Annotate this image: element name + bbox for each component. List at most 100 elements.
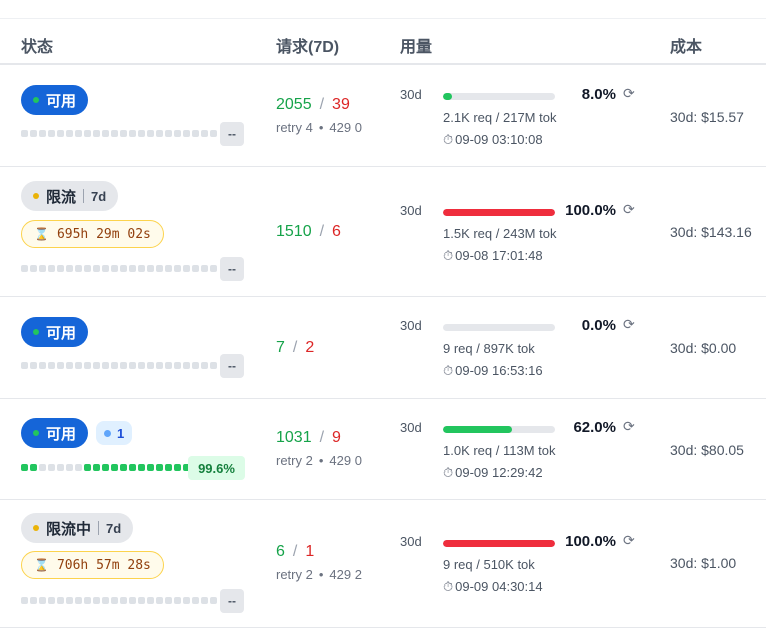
health-dot [147, 362, 154, 369]
refresh-icon[interactable]: ⟳ [623, 418, 635, 435]
fail-count: 39 [332, 96, 350, 113]
table-header: 状态 请求(7D) 用量 成本 [0, 19, 766, 65]
clock-icon: ⏱ [443, 363, 454, 378]
table-row[interactable]: 可用 -- 7/2 30d 0.0% ⟳ 9 req / 897K tok ⏱ 0… [0, 297, 766, 399]
requests-cell: 6/1 retry 2 • 429 2 [276, 543, 362, 582]
account-count-badge: 1 [96, 421, 133, 445]
usage-bar-fill [443, 540, 555, 547]
health-dot [39, 597, 46, 604]
usage-req-tok: 1.5K req / 243M tok [443, 226, 557, 241]
usage-period: 30d [400, 318, 422, 333]
health-dot [138, 464, 145, 471]
table-row[interactable]: 可用 1 99.6% 1031/9 retry 2 • 429 0 30d 62.0%… [0, 399, 766, 500]
health-dot [120, 464, 127, 471]
table-row[interactable]: 可用 -- 2055/39 retry 4 • 429 0 30d 8.0% ⟳ 2… [0, 65, 766, 167]
status-label: 限流 [46, 188, 77, 206]
health-dot [75, 265, 82, 272]
hourglass-icon: ⌛ [34, 227, 49, 241]
health-dot [174, 130, 181, 137]
retry-count: retry 4 [276, 120, 313, 135]
usage-bar-fill [443, 426, 513, 433]
health-history [21, 597, 219, 604]
health-dot [156, 362, 163, 369]
table-row[interactable]: 限流中 7d ⌛ 706h 57m 28s -- 6/1 retry 2 • 429 2… [0, 500, 766, 628]
health-dot [66, 130, 73, 137]
status-badge: 可用 [21, 418, 89, 448]
status-dot-icon [33, 430, 39, 436]
status-dot-icon [33, 193, 39, 199]
health-dot [192, 130, 199, 137]
refresh-icon[interactable]: ⟳ [623, 85, 635, 102]
health-dot [93, 597, 100, 604]
health-dot [183, 362, 190, 369]
health-dot [138, 597, 145, 604]
limit-window: 7d [91, 188, 107, 204]
usage-req-tok: 1.0K req / 113M tok [443, 443, 556, 458]
info-dot-icon [104, 429, 112, 437]
clock-icon: ⏱ [443, 465, 454, 480]
success-count: 6 [276, 543, 285, 560]
health-dot [93, 265, 100, 272]
health-dot [147, 597, 154, 604]
limit-window: 7d [106, 520, 122, 536]
success-count: 1510 [276, 223, 312, 240]
health-dot [156, 265, 163, 272]
header-status: 状态 [21, 39, 54, 56]
health-dot [120, 265, 127, 272]
requests-cell: 1031/9 retry 2 • 429 0 [276, 429, 362, 468]
usage-req-tok: 9 req / 897K tok [443, 341, 535, 356]
refresh-icon[interactable]: ⟳ [623, 201, 635, 218]
health-dot [21, 464, 28, 471]
rate-limit-count: 429 0 [329, 120, 362, 135]
health-dot [129, 362, 136, 369]
usage-time: 09-08 17:01:48 [455, 248, 543, 263]
health-dot [120, 362, 127, 369]
health-dot [192, 362, 199, 369]
health-dot [111, 597, 118, 604]
health-dot [75, 597, 82, 604]
clock-icon: ⏱ [443, 132, 454, 147]
usage-bar [443, 426, 555, 433]
usage-percent: 0.0% [581, 317, 616, 334]
refresh-icon[interactable]: ⟳ [623, 316, 635, 333]
health-dot [174, 362, 181, 369]
health-dot [147, 464, 154, 471]
refresh-icon[interactable]: ⟳ [623, 532, 635, 549]
health-dot [66, 597, 73, 604]
health-history [21, 130, 219, 137]
requests-cell: 1510/6 [276, 223, 341, 240]
health-dot [192, 597, 199, 604]
health-history [21, 362, 219, 369]
usage-time: 09-09 16:53:16 [455, 363, 543, 378]
health-dot [84, 265, 91, 272]
status-badge: 可用 [21, 85, 89, 115]
health-dot [39, 265, 46, 272]
health-dot [129, 597, 136, 604]
health-dot [147, 130, 154, 137]
requests-cell: 2055/39 retry 4 • 429 0 [276, 96, 362, 135]
table-row[interactable]: 限流 7d ⌛ 695h 29m 02s -- 1510/6 30d 100.0% … [0, 167, 766, 297]
header-requests: 请求(7D) [276, 39, 340, 56]
health-dot [57, 265, 64, 272]
health-dot [48, 130, 55, 137]
health-dot [30, 265, 37, 272]
usage-bar [443, 93, 555, 100]
usage-bar [443, 540, 555, 547]
status-label: 可用 [46, 324, 77, 342]
usage-bar [443, 209, 555, 216]
usage-percent: 100.0% [565, 202, 616, 219]
health-dot [21, 130, 28, 137]
usage-bar-fill [443, 209, 555, 216]
health-dot [111, 464, 118, 471]
health-dot [21, 597, 28, 604]
hourglass-icon: ⌛ [34, 558, 49, 572]
usage-req-tok: 9 req / 510K tok [443, 557, 535, 572]
retry-count: retry 2 [276, 453, 313, 468]
usage-req-tok: 2.1K req / 217M tok [443, 110, 557, 125]
health-dot [183, 130, 190, 137]
health-dot [39, 130, 46, 137]
cooldown-timer: ⌛ 695h 29m 02s [21, 220, 164, 248]
usage-period: 30d [400, 420, 422, 435]
rate-limit-count: 429 0 [329, 453, 362, 468]
uptime-badge: -- [220, 354, 244, 378]
